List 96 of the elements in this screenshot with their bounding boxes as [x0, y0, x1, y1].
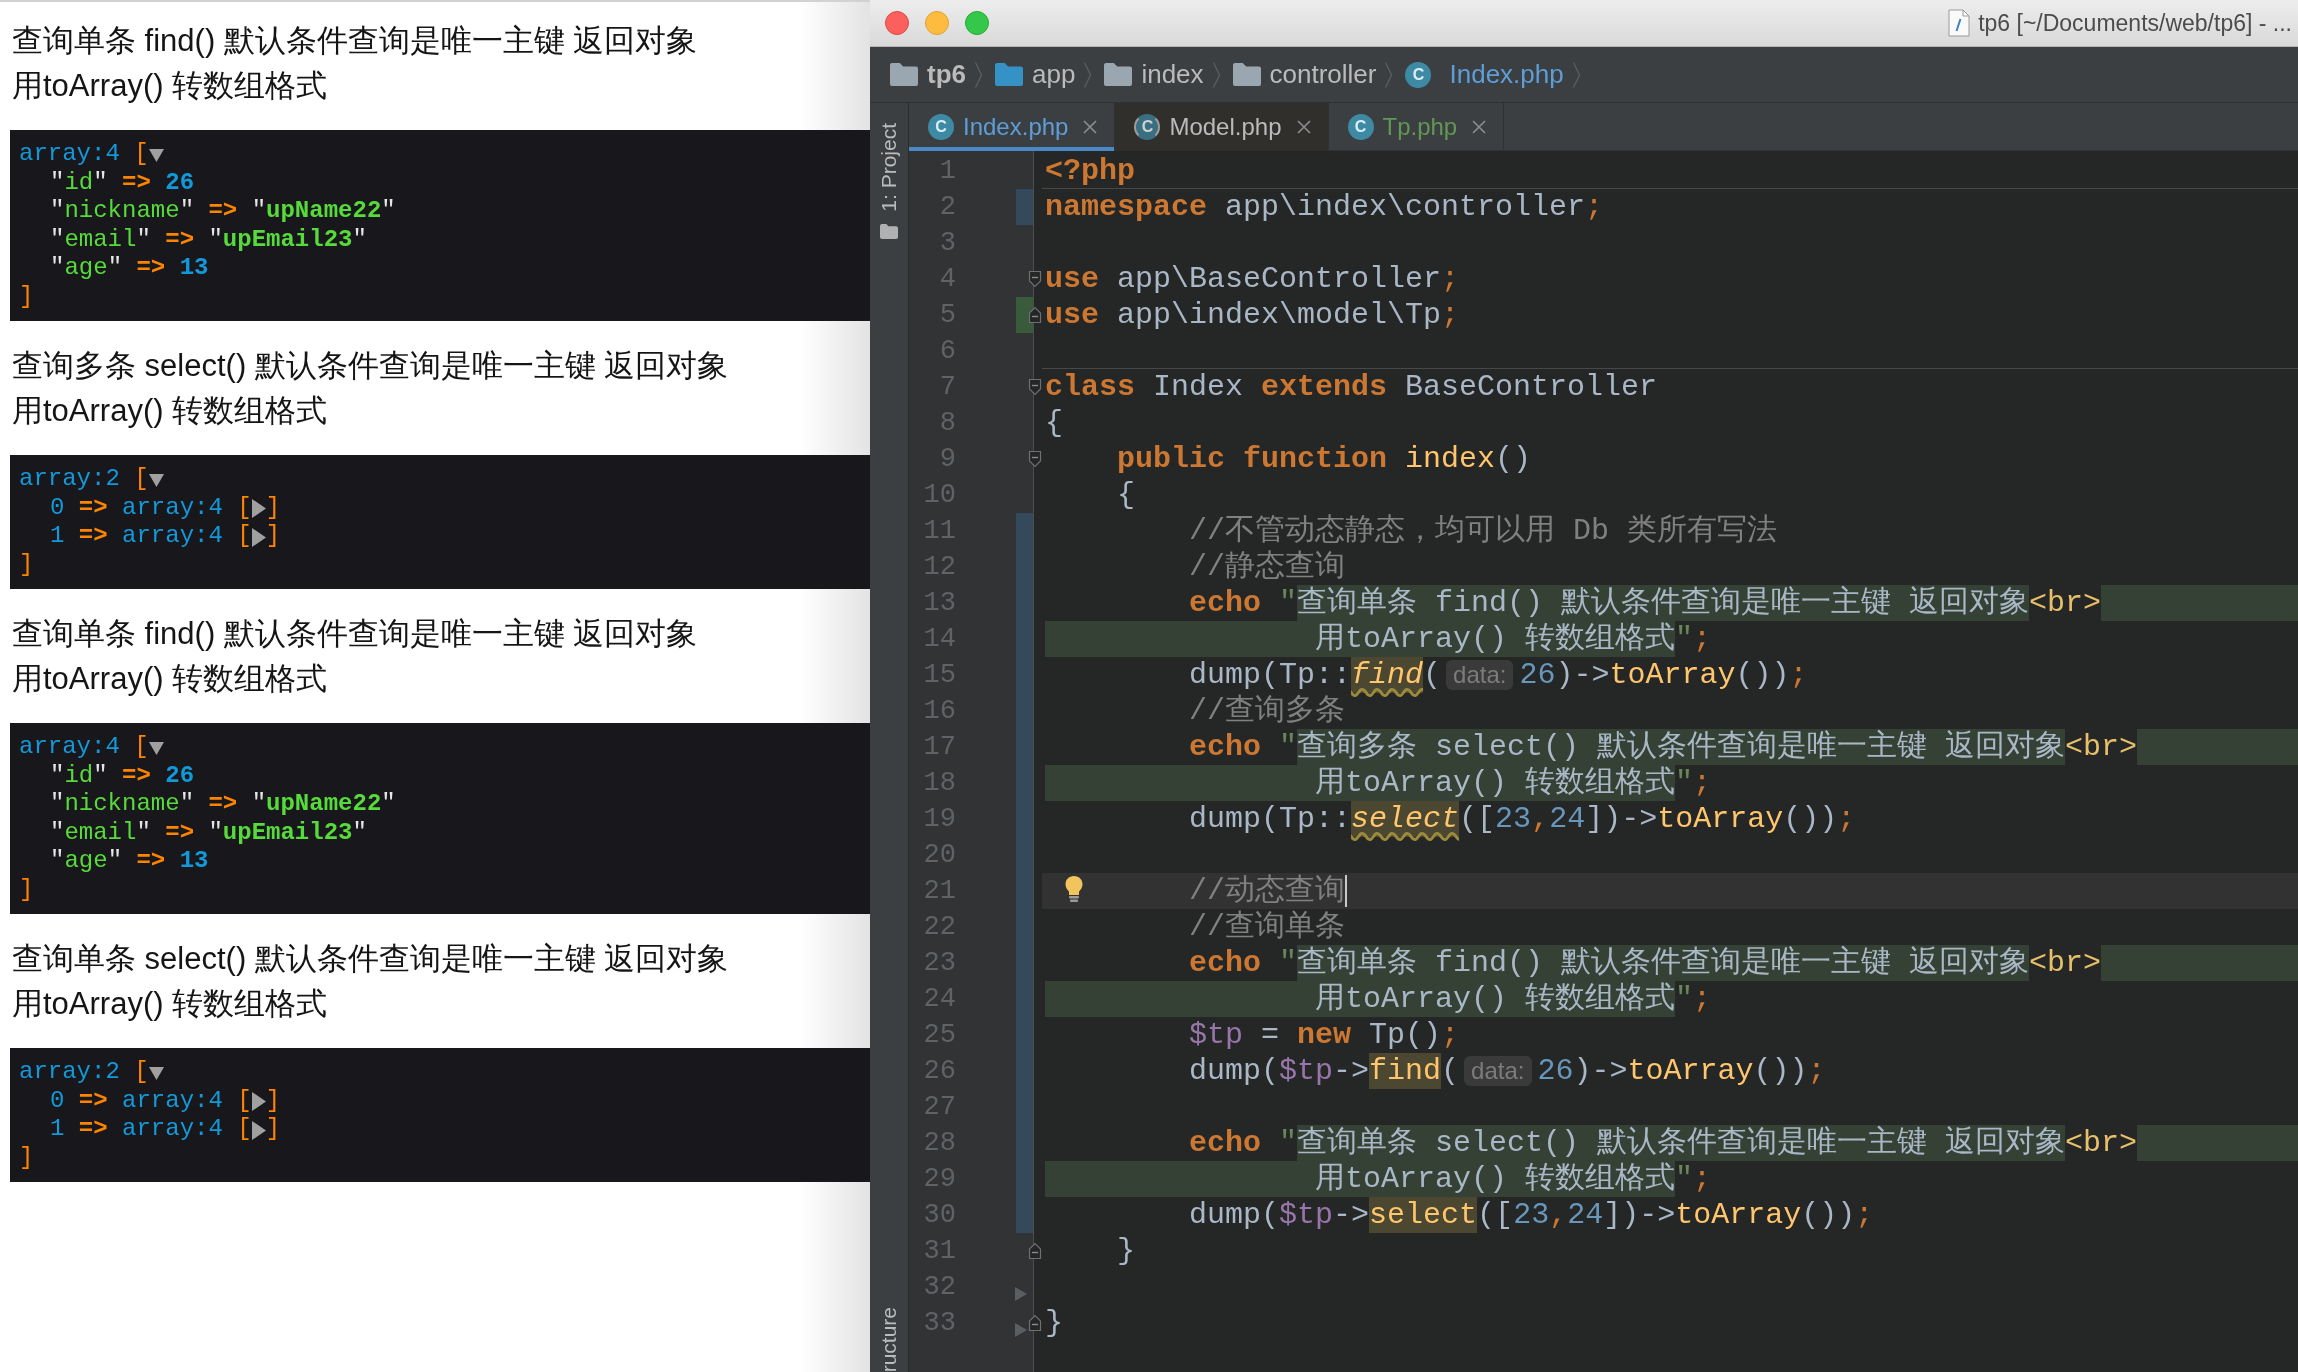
- close-icon[interactable]: [1295, 119, 1312, 135]
- dump-line: "age" => 13: [50, 254, 209, 283]
- editor-tab[interactable]: C Index.php: [909, 103, 1116, 151]
- chevron-icon: [1083, 60, 1093, 89]
- fold-marker-icon[interactable]: [1028, 450, 1042, 468]
- caret-down-icon[interactable]: [148, 1066, 164, 1080]
- code-line: }: [1045, 1305, 1063, 1341]
- code-line: //不管动态静态，均可以用 Db 类所有写法: [1189, 513, 1778, 549]
- folder-icon: [890, 63, 918, 86]
- code-line: echo "查询单条 find() 默认条件查询是唯一主键 返回对象<br>: [1189, 945, 2298, 981]
- dump-line: 0 => array:4 [: [50, 1086, 252, 1115]
- breadcrumb-item[interactable]: app: [995, 55, 1076, 94]
- fold-marker-icon[interactable]: [1028, 1314, 1042, 1332]
- project-tool-button[interactable]: 1: Project: [870, 123, 908, 239]
- caret-right-icon[interactable]: [251, 527, 266, 547]
- dump-line: 0 => array:4 [: [50, 493, 252, 522]
- code-line: dump($tp->find( data: 26)->toArray());: [1189, 1053, 1826, 1089]
- folder-icon: [880, 223, 898, 239]
- code-line: {: [1045, 405, 1063, 441]
- output-text: 查询单条 find() 默认条件查询是唯一主键 返回对象 用toArray() 转数组格式: [12, 22, 699, 105]
- dump-bracket: ]: [19, 550, 34, 579]
- fold-marker-icon[interactable]: [1028, 306, 1042, 324]
- caret-right-icon[interactable]: [251, 1092, 266, 1112]
- code-line: //静态查询: [1189, 549, 1346, 585]
- class-icon: C: [928, 114, 954, 140]
- dump-line: "nickname" => "upName22": [50, 197, 396, 226]
- folder-icon: [995, 63, 1023, 86]
- code-line: $tp = new Tp();: [1189, 1017, 1460, 1053]
- dump-line: array:4 [: [19, 140, 149, 169]
- dump-line: "age" => 13: [50, 847, 209, 876]
- code-line: dump(Tp::select([23,24])->toArray());: [1189, 801, 1856, 837]
- dump-line: array:4 [: [19, 733, 149, 762]
- fold-marker-icon[interactable]: [1028, 270, 1042, 288]
- breadcrumb-item[interactable]: controller: [1232, 55, 1377, 94]
- dump-bracket: ]: [265, 493, 281, 522]
- fold-marker-icon[interactable]: [1028, 1242, 1042, 1260]
- code-line: dump($tp->select([23,24])->toArray());: [1189, 1197, 1874, 1233]
- chevron-icon: [974, 60, 983, 89]
- breadcrumb-item[interactable]: C Index.php: [1405, 55, 1564, 94]
- window-close-button[interactable]: [885, 11, 909, 35]
- code-line: {: [1117, 477, 1136, 513]
- output-text: 查询多条 select() 默认条件查询是唯一主键 返回对象 用toArray() 转数组格式: [12, 347, 730, 430]
- dump-line: "email" => "upEmail23": [50, 225, 367, 254]
- dump-line: "nickname" => "upName22": [50, 790, 396, 819]
- folder-icon: [1232, 63, 1261, 86]
- code-line: class Index extends BaseController: [1045, 369, 1658, 405]
- breadcrumb-item[interactable]: index: [1104, 55, 1204, 94]
- close-icon[interactable]: [1082, 119, 1099, 135]
- folder-icon: [1104, 63, 1133, 86]
- class-icon: C: [1134, 114, 1161, 140]
- close-icon[interactable]: [1471, 119, 1488, 135]
- code-line: namespace app\index\controller;: [1045, 189, 1604, 225]
- chevron-icon: [1571, 60, 1581, 89]
- dump-line: array:2 [: [19, 465, 149, 494]
- code-line: //查询多条: [1189, 693, 1346, 729]
- dump-line: 1 => array:4 [: [50, 522, 252, 551]
- code-line: <?php: [1045, 153, 1135, 189]
- code-line: use app\BaseController;: [1045, 261, 1460, 297]
- dump-bracket: ]: [265, 1086, 281, 1115]
- dump-line: "email" => "upEmail23": [50, 818, 367, 847]
- code-line: }: [1117, 1233, 1136, 1269]
- code-line: public function index(): [1117, 441, 1532, 477]
- chevron-icon: [1211, 60, 1221, 89]
- chevron-icon: [1384, 60, 1394, 89]
- dump-line: "id" => 26: [50, 761, 195, 790]
- output-text: 查询单条 select() 默认条件查询是唯一主键 返回对象 用toArray() 转数组格式: [12, 940, 730, 1023]
- caret-down-icon[interactable]: [148, 473, 164, 487]
- code-line: use app\index\model\Tp;: [1045, 297, 1460, 333]
- code-line: echo "查询单条 select() 默认条件查询是唯一主键 返回对象<br>: [1189, 1125, 2298, 1161]
- dump-bracket: ]: [265, 1115, 281, 1144]
- output-text: 查询单条 find() 默认条件查询是唯一主键 返回对象 用toArray() 转数组格式: [12, 615, 699, 698]
- code-line: //动态查询: [1189, 873, 1348, 909]
- code-line: //查询单条: [1189, 909, 1346, 945]
- editor-tab[interactable]: C Model.php: [1115, 103, 1329, 151]
- code-line: dump(Tp::find( data: 26)->toArray());: [1189, 657, 1808, 693]
- file-icon: [1948, 9, 1971, 37]
- fold-marker-icon[interactable]: [1028, 378, 1042, 396]
- dump-line: 1 => array:4 [: [50, 1115, 252, 1144]
- structure-tool-button[interactable]: ructure: [870, 1306, 908, 1372]
- dump-line: "id" => 26: [50, 168, 195, 197]
- lightbulb-icon[interactable]: [1064, 875, 1084, 903]
- caret-right-icon[interactable]: [251, 499, 266, 519]
- dump-line: array:2 [: [19, 1058, 149, 1087]
- code-line: echo "查询单条 find() 默认条件查询是唯一主键 返回对象<br>: [1189, 585, 2298, 621]
- dump-bracket: ]: [19, 282, 34, 311]
- caret-down-icon[interactable]: [148, 148, 164, 162]
- code-line: echo "查询多条 select() 默认条件查询是唯一主键 返回对象<br>: [1189, 729, 2298, 765]
- dump-bracket: ]: [19, 875, 34, 904]
- class-icon: C: [1405, 61, 1432, 88]
- window-title: tp6 [~/Documents/web/tp6] - ...: [1978, 8, 2292, 38]
- dump-bracket: ]: [19, 1143, 34, 1172]
- caret-down-icon[interactable]: [148, 741, 164, 755]
- breadcrumb-item[interactable]: tp6: [890, 55, 966, 94]
- class-icon: C: [1347, 114, 1374, 140]
- dump-bracket: ]: [265, 522, 281, 551]
- caret-right-icon[interactable]: [251, 1120, 266, 1140]
